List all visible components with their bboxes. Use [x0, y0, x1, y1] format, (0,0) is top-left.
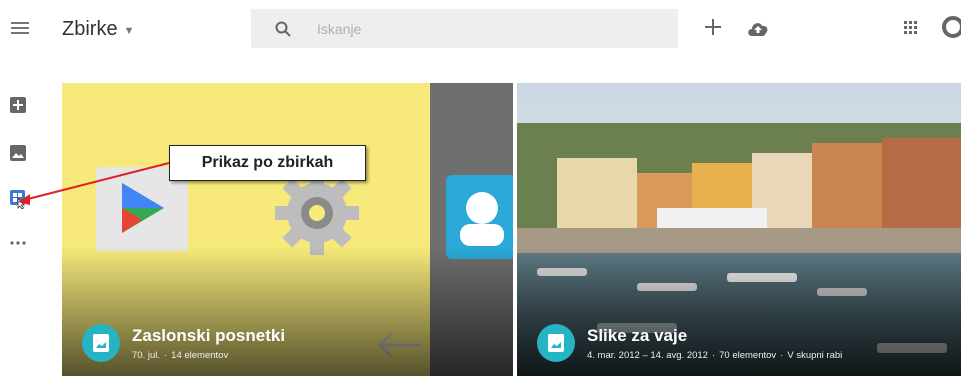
upload-button[interactable]: [744, 14, 772, 42]
search-bar[interactable]: [251, 9, 678, 48]
settings-gear-image: [275, 171, 359, 255]
collection-card-screenshots[interactable]: Zaslonski posnetki 70. jul. · 14 elementov: [62, 83, 513, 376]
search-input[interactable]: [315, 19, 619, 38]
collection-meta: 4. mar. 2012 – 14. avg. 2012 · 70 elemento…: [587, 349, 843, 361]
apps-grid-icon: [904, 21, 917, 34]
main-menu-button[interactable]: [8, 16, 32, 40]
search-icon: [275, 20, 293, 38]
add-photo-icon: [10, 97, 26, 113]
chevron-down-icon: ▼: [123, 24, 135, 37]
page-title: Zbirke: [62, 18, 118, 40]
collection-card-vaje[interactable]: Slike za vaje 4. mar. 2012 – 14. avg. 20…: [517, 83, 961, 376]
collection-badge-icon: [82, 324, 120, 362]
create-button[interactable]: [700, 14, 726, 40]
plus-icon: [705, 19, 721, 35]
rail-collections[interactable]: [8, 189, 28, 209]
collection-title: Slike za vaje: [587, 325, 688, 345]
rail-photos[interactable]: [8, 143, 28, 163]
rail-add-photo[interactable]: [8, 95, 28, 115]
hamburger-icon: [11, 22, 29, 34]
collections-title-dropdown[interactable]: Zbirke ▼: [62, 18, 134, 41]
collection-badge-icon: [537, 324, 575, 362]
account-button[interactable]: [940, 14, 961, 40]
account-icon: [942, 16, 961, 38]
collections-icon: [10, 190, 25, 209]
rail-more[interactable]: [8, 233, 28, 253]
more-icon: [10, 241, 26, 245]
photos-icon: [10, 145, 26, 161]
collection-title: Zaslonski posnetki: [132, 325, 286, 345]
cloud-upload-icon: [748, 23, 768, 36]
collection-meta: 70. jul. · 14 elementov: [132, 349, 229, 361]
apps-button[interactable]: [901, 18, 921, 38]
annotation-callout: Prikaz po zbirkah: [169, 145, 366, 181]
